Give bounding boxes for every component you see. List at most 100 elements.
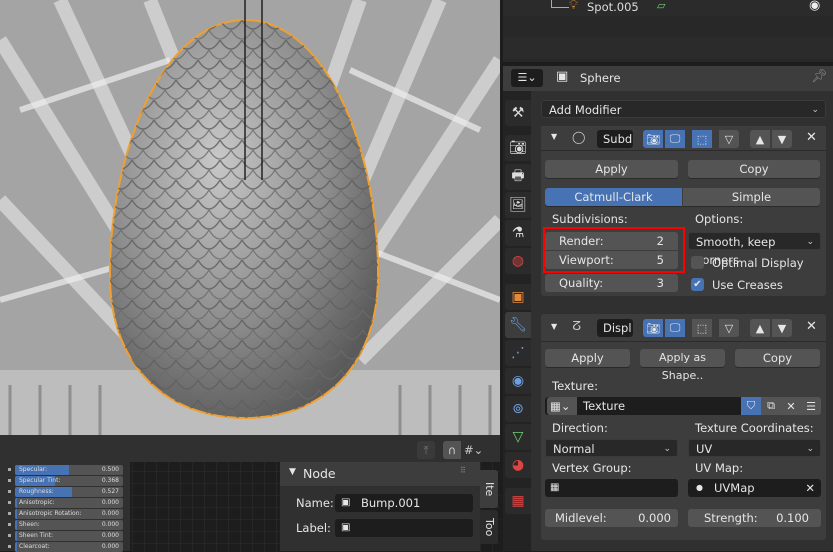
outliner: 💡︎ Spot.005 ▱ ◉ [503, 0, 833, 62]
use-creases-checkbox[interactable]: ✔ [691, 278, 704, 291]
viewport-toggle-icon[interactable]: 🖵 [665, 130, 685, 148]
apply-button[interactable]: Apply [545, 160, 678, 178]
direction-dropdown[interactable]: Normal ⌄ [545, 439, 678, 457]
texture-selector[interactable]: ▦⌄ Texture ⛉ ⧉ ✕ ☰ [545, 397, 821, 415]
texture-coordinates-dropdown[interactable]: UV ⌄ [688, 439, 821, 457]
modifier-name-field[interactable]: Subd [597, 130, 633, 148]
pin-icon[interactable]: 📌︎ [811, 69, 828, 84]
move-down-icon[interactable]: ▼ [772, 130, 792, 148]
node-name-field[interactable]: ▣ Bump.001 [335, 494, 473, 512]
direction-value: Normal [553, 442, 595, 456]
particles-tab-icon[interactable]: ⋰ [505, 340, 531, 366]
texture-tab-icon[interactable]: ▦ [505, 488, 531, 514]
input-socket[interactable] [8, 545, 11, 548]
slider-label: Specular Tint: [19, 477, 61, 484]
close-icon[interactable]: ✕ [806, 130, 817, 145]
vertex-group-field[interactable]: ▦ [545, 479, 678, 497]
input-socket[interactable] [8, 501, 11, 504]
input-socket[interactable] [8, 468, 11, 471]
move-down-icon[interactable]: ▼ [772, 319, 792, 337]
collapse-icon[interactable]: ▼ [551, 322, 557, 331]
texture-coordinates-value: UV [696, 442, 713, 456]
clear-icon[interactable]: ✕ [805, 479, 815, 497]
optimal-display-checkbox[interactable] [691, 256, 704, 269]
options-label: Options: [695, 212, 744, 226]
close-icon[interactable]: ✕ [806, 319, 817, 334]
move-up-icon[interactable]: ▲ [750, 130, 770, 148]
node-input-slider[interactable]: Anisotropic: 0.000 [15, 498, 123, 508]
editmode-toggle-icon[interactable]: ⬚ [692, 130, 712, 148]
snap-icon[interactable]: ∩ [443, 441, 461, 459]
modifier-name-field[interactable]: Displ [597, 319, 633, 337]
principled-node[interactable]: Specular: 0.500 Specular Tint: 0.368 Roughne… [0, 462, 130, 552]
world-tab-icon[interactable]: ◍ [505, 248, 531, 274]
object-tab-icon[interactable]: ▣ [505, 284, 531, 310]
simple-option[interactable]: Simple [683, 188, 820, 206]
input-socket[interactable] [8, 490, 11, 493]
viewport-toggle-icon[interactable]: 🖵 [665, 319, 685, 337]
subsurf-icon: ◯ [572, 130, 586, 144]
quality-field[interactable]: Quality: 3 [545, 274, 678, 292]
tab-item[interactable]: Ite [480, 470, 498, 508]
constraints-tab-icon[interactable]: ⊚ [505, 396, 531, 422]
slider-fill [15, 498, 17, 508]
input-socket[interactable] [8, 512, 11, 515]
node-input-slider[interactable]: Specular Tint: 0.368 [15, 476, 123, 486]
node-panel-header[interactable]: ▼ Node ⠿ [280, 462, 480, 486]
direction-label: Direction: [552, 421, 608, 435]
view-layer-tab-icon[interactable]: 🖼︎ [505, 192, 531, 218]
3d-viewport[interactable] [0, 0, 500, 435]
midlevel-field[interactable]: Midlevel: 0.000 [545, 509, 678, 527]
displace-icon: ⵒ [572, 319, 582, 333]
fake-user-shield-icon[interactable]: ⛉ [741, 397, 761, 415]
unlink-icon[interactable]: ✕ [781, 397, 801, 415]
parent-node-button[interactable]: ⤒ [417, 441, 435, 459]
cage-toggle-icon[interactable]: ▽ [719, 130, 739, 148]
output-tab-icon[interactable]: 🖶 [505, 164, 531, 190]
tab-tool[interactable]: Too [480, 510, 498, 544]
texture-browse-icon[interactable]: ▦⌄ [547, 397, 577, 415]
render-tab-icon[interactable]: 📷︎ [505, 135, 531, 161]
midlevel-value: 0.000 [638, 511, 671, 525]
drag-handle-icon[interactable]: ⠿ [460, 466, 466, 475]
uv-smooth-dropdown[interactable]: Smooth, keep corners ⌄ [688, 232, 821, 267]
cage-toggle-icon[interactable]: ▽ [719, 319, 739, 337]
duplicate-icon[interactable]: ⧉ [761, 397, 781, 415]
catmull-clark-option[interactable]: Catmull-Clark [545, 188, 682, 206]
copy-button[interactable]: Copy [688, 160, 820, 178]
apply-as-shape-button[interactable]: Apply as Shape.. [640, 349, 725, 382]
strength-field[interactable]: Strength: 0.100 [688, 509, 821, 527]
texture-properties-icon[interactable]: ☰ [801, 397, 821, 415]
collapse-icon[interactable]: ▼ [551, 132, 557, 141]
node-input-slider[interactable]: Anisotropic Rotation: 0.000 [15, 509, 123, 519]
copy-button[interactable]: Copy [735, 349, 820, 367]
quality-label: Quality: [559, 276, 604, 290]
add-modifier-label: Add Modifier [549, 103, 622, 117]
input-socket[interactable] [8, 534, 11, 537]
material-tab-icon[interactable]: ◕ [505, 452, 531, 478]
node-input-slider[interactable]: Roughness: 0.527 [15, 487, 123, 497]
move-up-icon[interactable]: ▲ [750, 319, 770, 337]
tool-tab-icon[interactable]: ⚒ [505, 100, 531, 126]
snap-grid-dropdown[interactable]: #⌄ [461, 441, 493, 459]
node-editor[interactable]: ⤒ ∩ #⌄ Specular: 0.500 Specular Tint: 0.368… [0, 435, 500, 552]
editmode-toggle-icon[interactable]: ⬚ [692, 319, 712, 337]
editor-type-dropdown[interactable]: ☰⌄ [511, 69, 543, 87]
node-input-slider[interactable]: Sheen Tint: 0.000 [15, 531, 123, 541]
input-socket[interactable] [8, 479, 11, 482]
node-input-slider[interactable]: Sheen: 0.000 [15, 520, 123, 530]
node-input-slider[interactable]: Specular: 0.500 [15, 465, 123, 475]
add-modifier-dropdown[interactable]: Add Modifier ⌄ [541, 100, 826, 118]
scene-tab-icon[interactable]: ⚗ [505, 220, 531, 246]
physics-tab-icon[interactable]: ◉ [505, 368, 531, 394]
data-tab-icon[interactable]: ▽ [505, 424, 531, 450]
uv-map-field[interactable]: ● UVMap ✕ [688, 479, 821, 497]
node-label-field[interactable]: ▣ [335, 519, 473, 537]
modifier-tab-icon[interactable]: 🔧︎ [505, 312, 531, 338]
render-toggle-icon[interactable]: 📷︎ [643, 130, 663, 148]
outliner-row[interactable]: 💡︎ Spot.005 ▱ ◉ [503, 0, 833, 16]
apply-button[interactable]: Apply [545, 349, 630, 367]
eye-icon[interactable]: ◉ [809, 0, 820, 13]
render-toggle-icon[interactable]: 📷︎ [643, 319, 663, 337]
input-socket[interactable] [8, 523, 11, 526]
